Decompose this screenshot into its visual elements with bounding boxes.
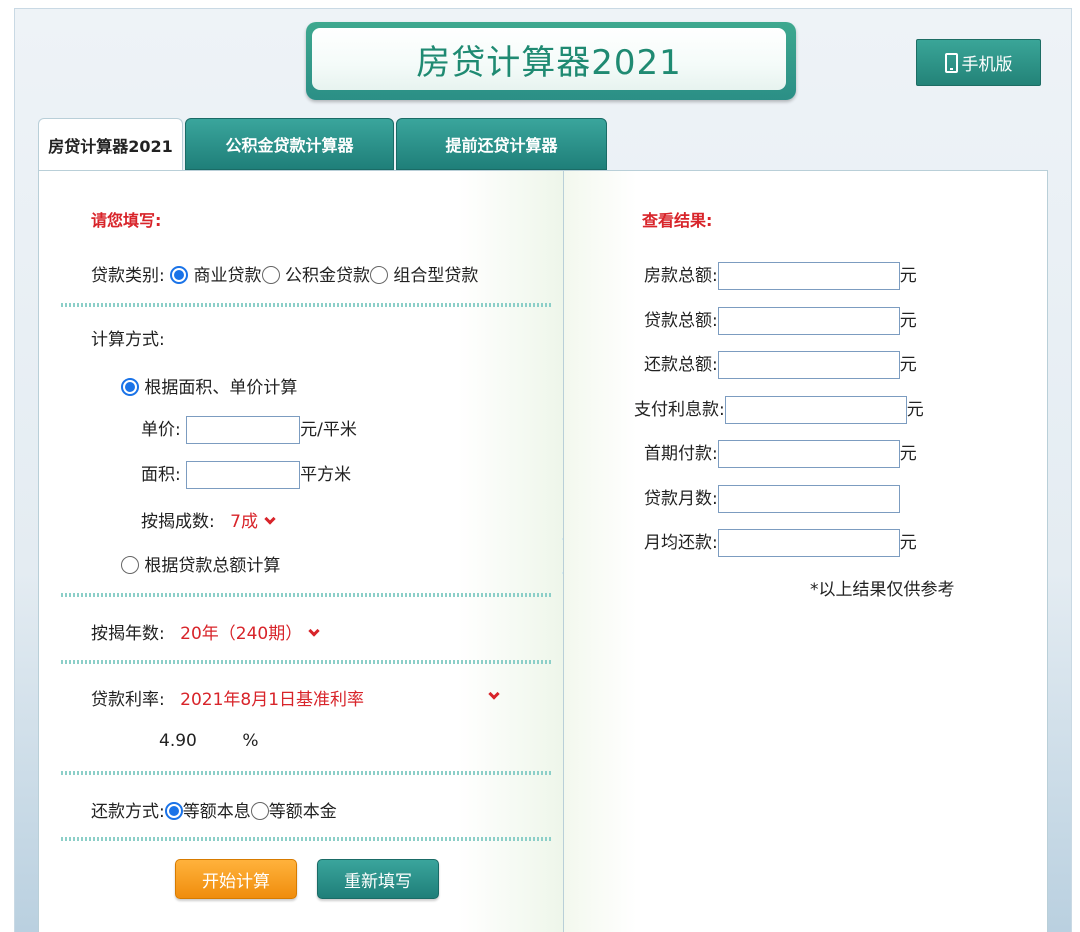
result-unit: 元 (899, 266, 917, 286)
house-total-output[interactable] (717, 262, 900, 290)
result-row-down-payment: 首期付款: 元 (644, 439, 917, 468)
tab-provident-fund[interactable]: 公积金贷款计算器 (185, 118, 394, 170)
method-area-radio[interactable] (121, 378, 139, 396)
result-row-monthly: 月均还款: 元 (644, 528, 917, 557)
mortgage-ratio-row: 按揭成数: 7成 (141, 507, 276, 532)
result-row-interest: 支付利息款: 元 (634, 395, 924, 424)
page-title: 房贷计算器2021 (416, 42, 682, 83)
title-inner: 房贷计算器2021 (312, 28, 786, 90)
loan-total-output[interactable] (717, 307, 900, 335)
result-row-repay-total: 还款总额: 元 (644, 350, 917, 379)
divider (61, 303, 551, 307)
rate-value: 2021年8月1日基准利率 (180, 690, 365, 710)
rate-number-row: 4.90 % (159, 731, 259, 751)
loan-type-fund-radio[interactable] (261, 266, 280, 284)
method-total-radio[interactable] (121, 556, 139, 574)
result-row-loan-total: 贷款总额: 元 (644, 306, 917, 335)
divider (61, 593, 551, 597)
start-calc-button[interactable]: 开始计算 (175, 859, 297, 899)
unit-price-input[interactable] (186, 416, 301, 444)
repay-equal-principal-label: 等额本金 (268, 802, 337, 822)
down-payment-output[interactable] (717, 440, 900, 468)
result-label: 还款总额: (644, 355, 718, 375)
unit-price-label: 单价: (141, 420, 181, 440)
months-output[interactable] (717, 485, 900, 513)
loan-type-commercial-radio[interactable] (170, 266, 189, 284)
result-label: 支付利息款: (634, 400, 725, 420)
result-label: 贷款月数: (644, 489, 718, 509)
years-row: 按揭年数: 20年（240期） (91, 619, 320, 644)
rate-row: 贷款利率: 2021年8月1日基准利率 (91, 685, 500, 710)
mobile-version-button[interactable]: 手机版 (916, 39, 1041, 86)
rate-label: 贷款利率: (91, 690, 165, 710)
method-total-label: 根据贷款总额计算 (144, 556, 281, 576)
title-banner: 房贷计算器2021 (306, 22, 796, 100)
reset-button[interactable]: 重新填写 (317, 859, 439, 899)
rate-select[interactable]: 2021年8月1日基准利率 (180, 685, 500, 710)
loan-type-label: 贷款类别: (91, 266, 165, 286)
repay-equal-installment-radio[interactable] (164, 802, 183, 820)
divider (61, 837, 551, 841)
input-heading: 请您填写: (91, 211, 162, 230)
loan-type-combo-label: 组合型贷款 (393, 266, 479, 286)
years-value: 20年（240期） (180, 624, 303, 644)
method-total-row: 根据贷款总额计算 (121, 551, 280, 576)
monthly-output[interactable] (717, 529, 900, 557)
mobile-version-label: 手机版 (961, 55, 1013, 75)
divider (61, 660, 551, 664)
chevron-down-icon (488, 688, 500, 700)
calculator-tabs: 房贷计算器2021 公积金贷款计算器 提前还贷计算器 (38, 118, 607, 170)
repay-equal-principal-radio[interactable] (250, 802, 269, 820)
interest-output[interactable] (724, 396, 907, 424)
result-note: *以上结果仅供参考 (810, 580, 955, 600)
mortgage-ratio-value: 7成 (230, 512, 258, 532)
unit-price-row: 单价: 元/平米 (141, 415, 357, 444)
method-area-row: 根据面积、单价计算 (121, 373, 297, 398)
unit-price-unit: 元/平米 (300, 420, 357, 440)
repay-equal-installment-label: 等额本息 (182, 802, 251, 822)
chevron-down-icon (264, 513, 276, 525)
area-unit: 平方米 (300, 465, 352, 485)
result-unit: 元 (899, 355, 917, 375)
years-label: 按揭年数: (91, 624, 165, 644)
result-label: 月均还款: (644, 533, 718, 553)
loan-type-commercial-label: 商业贷款 (193, 266, 262, 286)
mortgage-ratio-select[interactable]: 7成 (230, 512, 276, 532)
loan-type-row: 贷款类别: 商业贷款 公积金贷款 组合型贷款 (91, 261, 478, 286)
result-label: 贷款总额: (644, 311, 718, 331)
rate-unit: % (242, 731, 259, 751)
loan-type-fund-label: 公积金贷款 (284, 266, 370, 286)
result-label: 房款总额: (644, 266, 718, 286)
result-label: 首期付款: (644, 444, 718, 464)
divider (61, 771, 551, 775)
area-row: 面积: 平方米 (141, 460, 351, 489)
result-heading: 查看结果: (642, 211, 713, 230)
repay-row: 还款方式: 等额本息 等额本金 (91, 797, 337, 822)
tab-prepayment[interactable]: 提前还贷计算器 (396, 118, 607, 170)
method-area-label: 根据面积、单价计算 (144, 378, 298, 398)
repay-label: 还款方式: (91, 802, 165, 822)
tab-mortgage-2021[interactable]: 房贷计算器2021 (38, 118, 183, 170)
area-label: 面积: (141, 465, 181, 485)
result-unit: 元 (899, 311, 917, 331)
input-panel: 请您填写: 贷款类别: 商业贷款 公积金贷款 组合型贷款 计算方式: 根据面积、… (38, 170, 563, 932)
calc-method-label: 计算方式: (91, 330, 165, 350)
phone-icon (944, 52, 958, 73)
years-select[interactable]: 20年（240期） (180, 624, 320, 644)
mortgage-ratio-label: 按揭成数: (141, 512, 215, 532)
result-row-months: 贷款月数: (644, 484, 900, 513)
result-panel: 查看结果: 房款总额: 元 贷款总额: 元 还款总额: 元 支付利息款: 元 首期付款:… (563, 170, 1048, 932)
area-input[interactable] (186, 461, 301, 489)
result-unit: 元 (899, 444, 917, 464)
rate-number-input[interactable]: 4.90 (159, 731, 237, 751)
result-row-house-total: 房款总额: 元 (644, 261, 917, 290)
chevron-down-icon (308, 625, 320, 637)
repay-total-output[interactable] (717, 351, 900, 379)
loan-type-combo-radio[interactable] (369, 266, 388, 284)
result-unit: 元 (906, 400, 924, 420)
result-unit: 元 (899, 533, 917, 553)
